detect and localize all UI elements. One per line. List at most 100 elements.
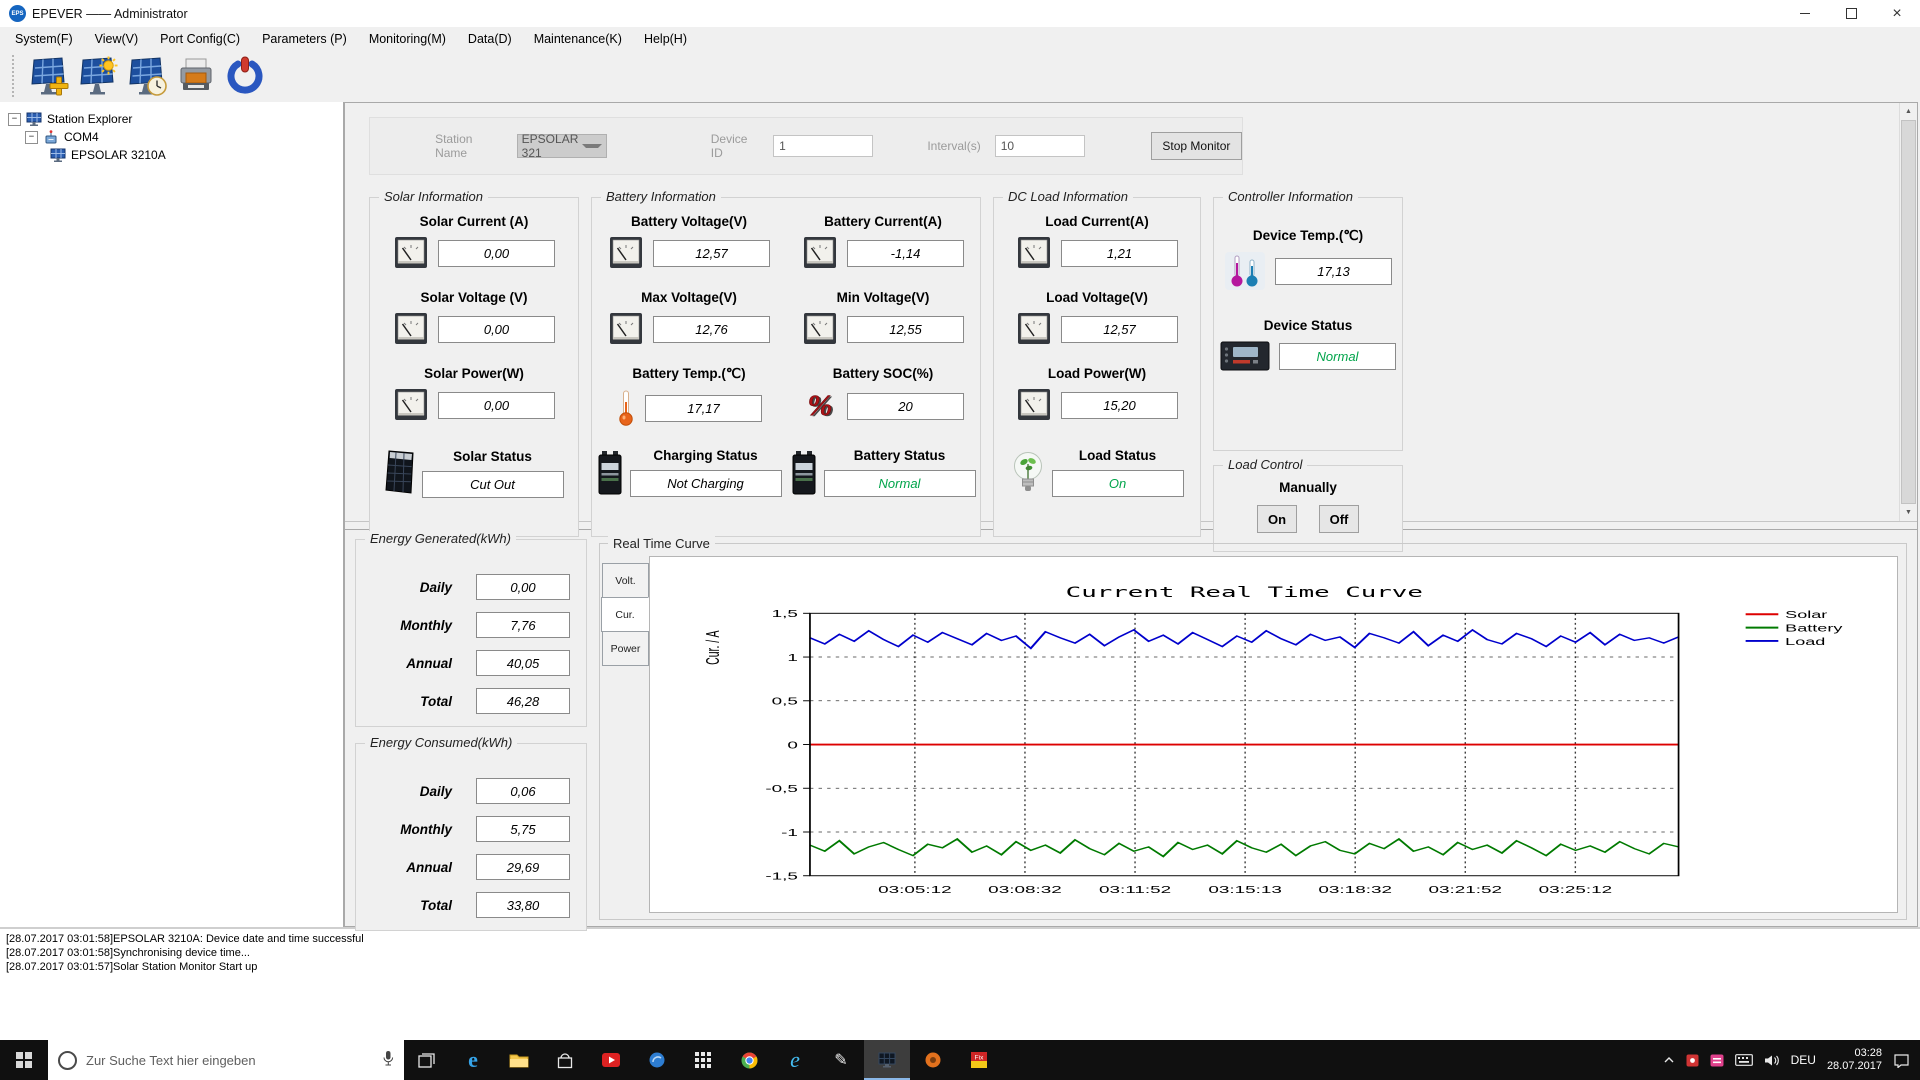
menu-view[interactable]: View(V) xyxy=(84,30,150,48)
curve-tabs: Volt. Cur. Power xyxy=(602,556,649,913)
taskbar-search-input[interactable]: Zur Suche Text hier eingeben xyxy=(48,1040,404,1080)
manually-label: Manually xyxy=(1214,480,1402,495)
tree-node-station-explorer[interactable]: − Station Explorer xyxy=(8,110,343,128)
station-name-label: Station Name xyxy=(435,132,503,160)
tab-power[interactable]: Power xyxy=(602,631,649,666)
monitor-form: Station Name EPSOLAR 321 Device ID 1 Int… xyxy=(369,117,1243,175)
battery-current-metric: Battery Current(A) -1,14 xyxy=(786,214,980,290)
collapse-icon[interactable]: − xyxy=(8,113,21,126)
maximize-icon xyxy=(1846,8,1857,19)
device-temp-value: 17,13 xyxy=(1275,258,1392,285)
toolbar xyxy=(0,50,1920,102)
notification-center-icon[interactable] xyxy=(1893,1053,1910,1068)
orange-app-button[interactable] xyxy=(910,1040,956,1080)
blue-app-button[interactable] xyxy=(634,1040,680,1080)
exit-button[interactable] xyxy=(224,55,266,97)
solar-voltage-label: Solar Voltage (V) xyxy=(420,290,527,305)
media-app-button[interactable] xyxy=(588,1040,634,1080)
energy-row: Daily 0,00 xyxy=(356,574,586,600)
touch-keyboard-icon[interactable] xyxy=(1735,1054,1753,1066)
scroll-down-icon[interactable]: ▼ xyxy=(1900,504,1917,521)
svg-text:Solar: Solar xyxy=(1785,610,1827,621)
energy-row: Total 46,28 xyxy=(356,688,586,714)
device-id-field[interactable]: 1 xyxy=(773,135,873,157)
tab-volt[interactable]: Volt. xyxy=(602,563,649,598)
timer-settings-button[interactable] xyxy=(126,55,168,97)
close-button[interactable]: × xyxy=(1874,0,1920,27)
svg-text:03:25:12: 03:25:12 xyxy=(1539,884,1613,896)
chrome-button[interactable] xyxy=(726,1040,772,1080)
battery-soc-label: Battery SOC(%) xyxy=(833,366,934,381)
menu-port-config[interactable]: Port Config(C) xyxy=(149,30,251,48)
menu-monitoring[interactable]: Monitoring(M) xyxy=(358,30,457,48)
add-station-button[interactable] xyxy=(28,55,70,97)
scrollbar-thumb[interactable] xyxy=(1901,120,1916,504)
energy-row: Annual 29,69 xyxy=(356,854,586,880)
microphone-icon[interactable] xyxy=(382,1050,394,1070)
taskbar-clock[interactable]: 03:28 28.07.2017 xyxy=(1827,1047,1882,1073)
svg-text:03:11:52: 03:11:52 xyxy=(1099,884,1171,896)
load-off-button[interactable]: Off xyxy=(1319,505,1359,533)
ie-icon: e xyxy=(790,1047,800,1073)
solar-power-label: Solar Power(W) xyxy=(424,366,524,381)
load-on-button[interactable]: On xyxy=(1257,505,1297,533)
edge-taskbar-button[interactable]: e xyxy=(450,1040,496,1080)
print-button[interactable] xyxy=(175,55,217,97)
thermometer-icon xyxy=(616,389,636,427)
interval-field[interactable]: 10 xyxy=(995,135,1085,157)
svg-text:0,5: 0,5 xyxy=(772,696,798,708)
annual-label: Annual xyxy=(406,860,452,875)
start-button[interactable] xyxy=(0,1040,48,1080)
folder-icon xyxy=(509,1052,529,1068)
svg-text:1,5: 1,5 xyxy=(772,608,798,620)
tab-cur[interactable]: Cur. xyxy=(601,597,649,632)
ime-icon[interactable] xyxy=(1710,1054,1724,1067)
svg-text:03:08:32: 03:08:32 xyxy=(988,884,1062,896)
taskbar: Zur Suche Text hier eingeben e xyxy=(0,1040,1920,1080)
tray-app-icon[interactable] xyxy=(1686,1054,1699,1067)
solar-monitor-app-button[interactable] xyxy=(864,1040,910,1080)
store-button[interactable] xyxy=(542,1040,588,1080)
window-title: EPEVER —— Administrator xyxy=(32,7,188,21)
task-view-button[interactable] xyxy=(404,1040,450,1080)
daily-label: Daily xyxy=(420,580,452,595)
scroll-up-icon[interactable]: ▲ xyxy=(1900,103,1917,120)
station-monitor-button[interactable] xyxy=(77,55,119,97)
collapse-icon[interactable]: − xyxy=(25,131,38,144)
meter-icon xyxy=(1016,312,1052,346)
monitor-scrollbar[interactable]: ▲ ▼ xyxy=(1899,103,1917,521)
fix-app-button[interactable]: Fix xyxy=(956,1040,1002,1080)
solar-power-value: 0,00 xyxy=(438,392,555,419)
workspace: − Station Explorer − COM4 EPSOLAR 3210A … xyxy=(0,102,1920,927)
all-apps-button[interactable] xyxy=(680,1040,726,1080)
file-explorer-button[interactable] xyxy=(496,1040,542,1080)
stop-monitor-button[interactable]: Stop Monitor xyxy=(1151,132,1242,160)
menu-data[interactable]: Data(D) xyxy=(457,30,523,48)
load-voltage-label: Load Voltage(V) xyxy=(1046,290,1148,305)
svg-text:-1,5: -1,5 xyxy=(765,871,798,883)
edge-icon: e xyxy=(468,1047,478,1073)
meter-icon xyxy=(1016,388,1052,422)
language-indicator[interactable]: DEU xyxy=(1791,1053,1816,1067)
pen-app-button[interactable]: ✎ xyxy=(818,1040,864,1080)
log-line: [28.07.2017 03:01:58]EPSOLAR 3210A: Devi… xyxy=(6,933,1914,945)
minimize-button[interactable] xyxy=(1782,0,1828,27)
tree-node-com4[interactable]: − COM4 xyxy=(8,128,343,146)
meter-icon xyxy=(1016,236,1052,270)
menu-help[interactable]: Help(H) xyxy=(633,30,698,48)
real-time-curve-panel: Real Time Curve Volt. Cur. Power 03:05:1… xyxy=(599,543,1907,920)
svg-text:03:05:12: 03:05:12 xyxy=(878,884,952,896)
speaker-icon[interactable] xyxy=(1764,1054,1780,1067)
internet-explorer-button[interactable]: e xyxy=(772,1040,818,1080)
main-panel: Station Name EPSOLAR 321 Device ID 1 Int… xyxy=(344,102,1918,927)
station-name-select[interactable]: EPSOLAR 321 xyxy=(517,134,607,158)
hidden-icons-chevron-icon[interactable] xyxy=(1663,1056,1675,1064)
battery-information-group: Battery Information Battery Voltage(V) 1… xyxy=(591,197,981,537)
maximize-button[interactable] xyxy=(1828,0,1874,27)
tree-node-device[interactable]: EPSOLAR 3210A xyxy=(8,146,343,164)
blue-app-icon xyxy=(649,1052,665,1068)
cortana-icon xyxy=(58,1051,77,1070)
menu-system[interactable]: System(F) xyxy=(4,30,84,48)
menu-maintenance[interactable]: Maintenance(K) xyxy=(523,30,633,48)
menu-parameters[interactable]: Parameters (P) xyxy=(251,30,358,48)
